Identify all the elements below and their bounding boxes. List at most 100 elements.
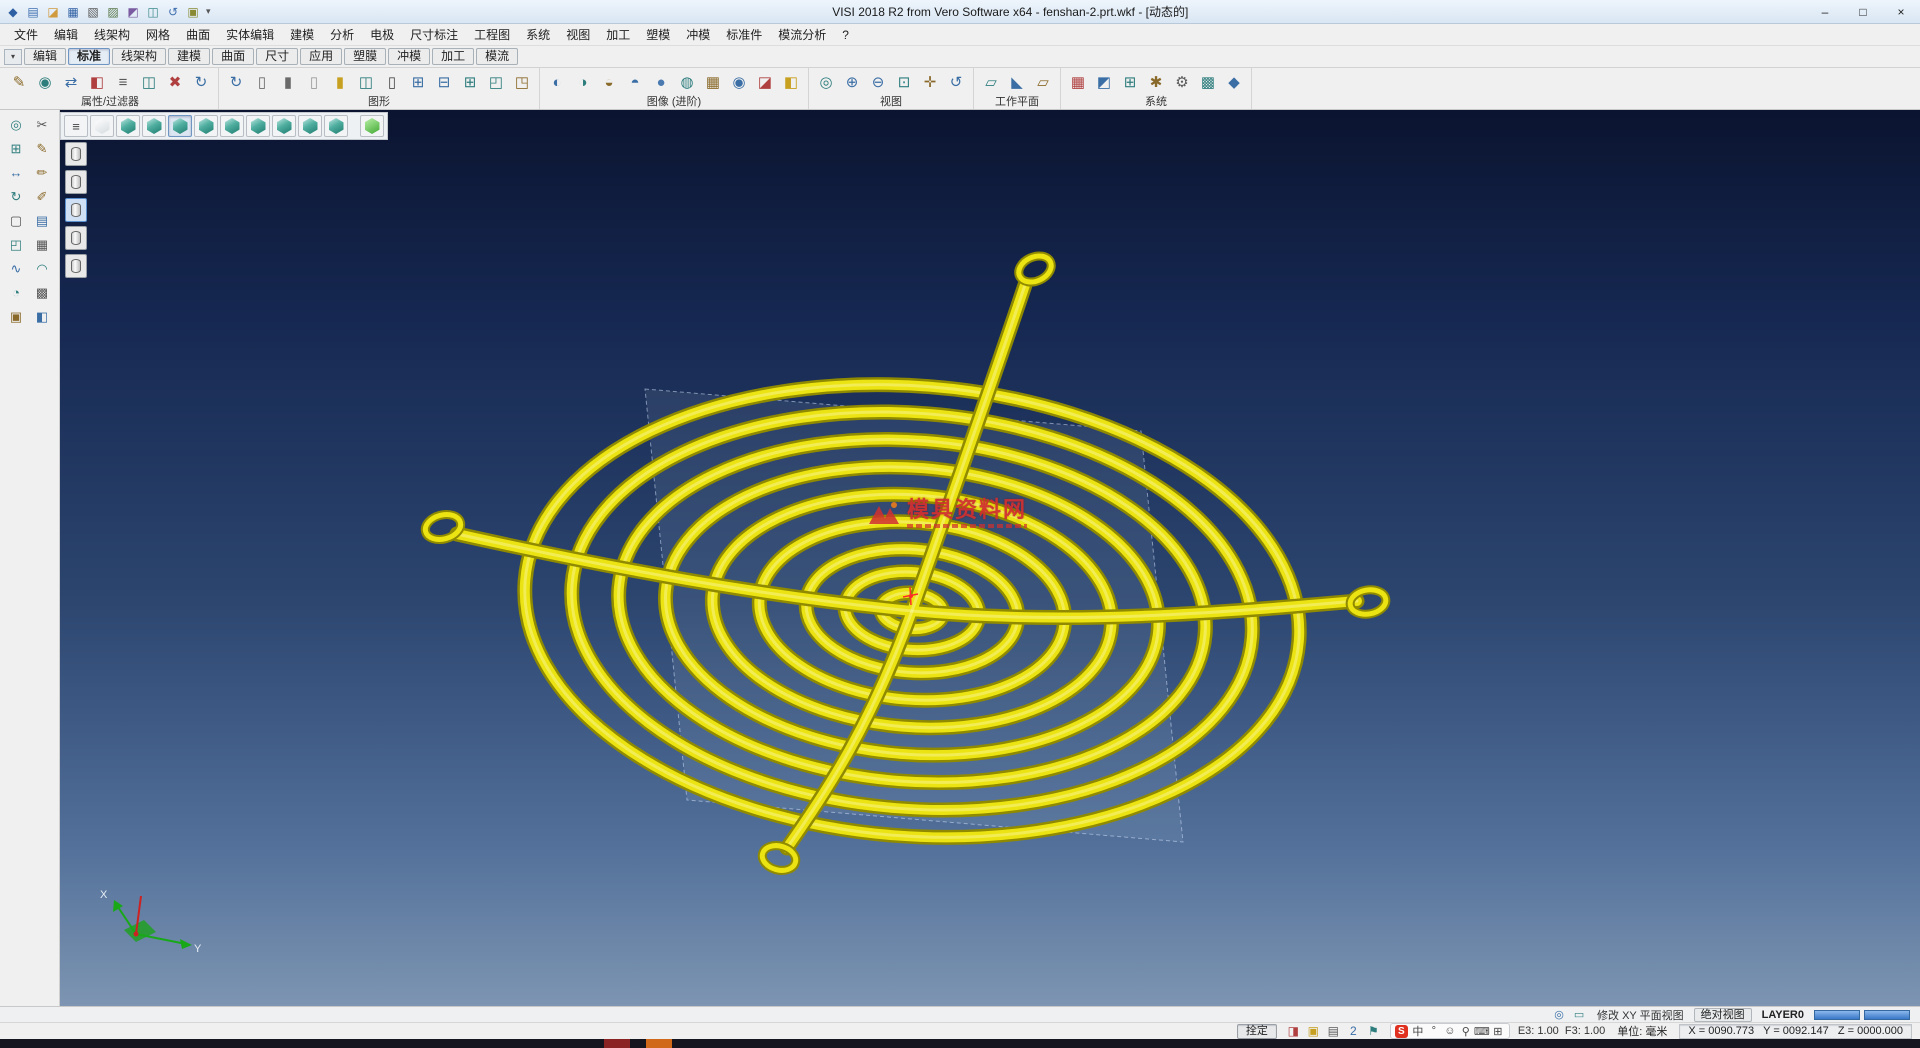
menu-item-4[interactable]: 网格: [138, 24, 178, 45]
view-cube-button-6[interactable]: [220, 115, 244, 137]
app-icon[interactable]: ◆: [4, 3, 22, 21]
section-view-icon[interactable]: ◪: [753, 70, 777, 94]
tab-2[interactable]: 标准: [68, 48, 110, 65]
box-select-icon[interactable]: ▢: [4, 210, 28, 231]
measure-icon[interactable]: ◔: [4, 282, 28, 303]
menu-item-17[interactable]: 标准件: [718, 24, 770, 45]
plane-indicator-icon[interactable]: ▭: [1571, 1008, 1587, 1022]
capture-icon[interactable]: ◨: [1285, 1024, 1302, 1039]
curve-icon[interactable]: ∿: [4, 258, 28, 279]
menu-item-13[interactable]: 视图: [558, 24, 598, 45]
workplane-align-icon[interactable]: ◣: [1005, 70, 1029, 94]
view-cube-button-5[interactable]: [194, 115, 218, 137]
edge-display-icon[interactable]: ◉: [727, 70, 751, 94]
ime-logo-icon[interactable]: S: [1395, 1025, 1408, 1038]
render-mode-3-icon[interactable]: ◒: [597, 70, 621, 94]
tab-9[interactable]: 冲模: [388, 48, 430, 65]
lock-icon[interactable]: ▣: [1305, 1024, 1322, 1039]
menu-item-8[interactable]: 分析: [322, 24, 362, 45]
ime-punct-button[interactable]: °: [1427, 1025, 1441, 1038]
calculator-icon[interactable]: ⊞: [1118, 70, 1142, 94]
import-icon[interactable]: ◩: [124, 3, 142, 21]
texture-icon[interactable]: ▦: [701, 70, 725, 94]
grid-icon[interactable]: ▦: [30, 234, 54, 255]
render-mode-1-icon[interactable]: ◐: [545, 70, 569, 94]
save-icon[interactable]: ▦: [64, 3, 82, 21]
view-cube-button-8[interactable]: [272, 115, 296, 137]
tab-7[interactable]: 应用: [300, 48, 342, 65]
sketch-icon[interactable]: ✎: [30, 138, 54, 159]
screen-capture-icon[interactable]: ◩: [1092, 70, 1116, 94]
element-filter-icon[interactable]: ◫: [137, 70, 161, 94]
display-mode-button-4[interactable]: [65, 226, 87, 250]
light-settings-icon[interactable]: ◧: [779, 70, 803, 94]
view-cube-button-1[interactable]: [90, 115, 114, 137]
snap-icon[interactable]: ⊞: [4, 138, 28, 159]
menu-item-15[interactable]: 塑模: [638, 24, 678, 45]
new-document-icon[interactable]: ▤: [24, 3, 42, 21]
viewport-layout-button[interactable]: ≡: [64, 115, 88, 137]
undo-icon[interactable]: ↺: [164, 3, 182, 21]
group-box-icon[interactable]: ⊞: [458, 70, 482, 94]
rotate-icon[interactable]: ↻: [4, 186, 28, 207]
view-cube-button-4[interactable]: [168, 115, 192, 137]
blank-toggle-icon[interactable]: ⊟: [432, 70, 456, 94]
edit-geometry-icon[interactable]: ✏: [30, 162, 54, 183]
tab-3[interactable]: 线架构: [112, 48, 166, 65]
view-cube-button-10[interactable]: [324, 115, 348, 137]
menu-item-3[interactable]: 线架构: [86, 24, 138, 45]
menu-item-2[interactable]: 编辑: [46, 24, 86, 45]
transparency-icon[interactable]: ◍: [675, 70, 699, 94]
view-cube-button-3[interactable]: [142, 115, 166, 137]
tab-dropdown-button[interactable]: ▾: [4, 49, 22, 65]
blank-element-icon[interactable]: ▯: [380, 70, 404, 94]
layer-filter-icon[interactable]: ≡: [111, 70, 135, 94]
view-dynamic-rotate-button[interactable]: [360, 115, 384, 137]
trim-icon[interactable]: ✂: [30, 114, 54, 135]
pin-button[interactable]: 拴定: [1237, 1024, 1277, 1039]
display-mode-button-5[interactable]: [65, 254, 87, 278]
query-attributes-icon[interactable]: ◉: [33, 70, 57, 94]
display-mode-button-1[interactable]: [65, 142, 87, 166]
menu-item-6[interactable]: 实体编辑: [218, 24, 282, 45]
dynamic-hide-icon[interactable]: ◫: [354, 70, 378, 94]
display-mode-button-3[interactable]: [65, 198, 87, 222]
menu-item-14[interactable]: 加工: [598, 24, 638, 45]
grid-settings-icon[interactable]: ▩: [1196, 70, 1220, 94]
layers-icon[interactable]: ▩: [30, 282, 54, 303]
minimize-button[interactable]: –: [1806, 0, 1844, 23]
menu-item-1[interactable]: 文件: [6, 24, 46, 45]
materials-icon[interactable]: ◆: [1222, 70, 1246, 94]
zoom-out-icon[interactable]: ⊖: [866, 70, 890, 94]
workplane-icon[interactable]: ▱: [979, 70, 1003, 94]
menu-item-10[interactable]: 尺寸标注: [402, 24, 466, 45]
menu-item-12[interactable]: 系统: [518, 24, 558, 45]
ime-emoji-button[interactable]: ☺: [1443, 1025, 1457, 1038]
ime-lang-button[interactable]: 中: [1411, 1025, 1425, 1038]
help-icon[interactable]: 2: [1345, 1024, 1362, 1039]
zoom-all-icon[interactable]: ◎: [814, 70, 838, 94]
view-cube-button-2[interactable]: [116, 115, 140, 137]
tab-5[interactable]: 曲面: [212, 48, 254, 65]
view-box-icon[interactable]: ◰: [484, 70, 508, 94]
edit-attributes-icon[interactable]: ✎: [7, 70, 31, 94]
workplane-free-icon[interactable]: ▱: [1031, 70, 1055, 94]
tab-8[interactable]: 塑膜: [344, 48, 386, 65]
color-palette-icon[interactable]: ▦: [1066, 70, 1090, 94]
plot-icon[interactable]: ▨: [104, 3, 122, 21]
menu-item-11[interactable]: 工程图: [466, 24, 518, 45]
clear-filter-icon[interactable]: ✖: [163, 70, 187, 94]
display-mode-button-2[interactable]: [65, 170, 87, 194]
flag-icon[interactable]: ⚑: [1365, 1024, 1382, 1039]
color-filter-icon[interactable]: ◧: [85, 70, 109, 94]
close-button[interactable]: ×: [1882, 0, 1920, 23]
menu-item-5[interactable]: 曲面: [178, 24, 218, 45]
active-layer-label[interactable]: LAYER0: [1762, 1009, 1804, 1021]
highlight-element-icon[interactable]: ▮: [328, 70, 352, 94]
tab-11[interactable]: 模流: [476, 48, 518, 65]
unblank-element-icon[interactable]: ⊞: [406, 70, 430, 94]
options-quick-icon[interactable]: ▣: [184, 3, 202, 21]
arc-icon[interactable]: ◠: [30, 258, 54, 279]
modify-view-label[interactable]: 修改 XY 平面视图: [1597, 1007, 1684, 1023]
viewport-canvas[interactable]: [60, 110, 1920, 1006]
